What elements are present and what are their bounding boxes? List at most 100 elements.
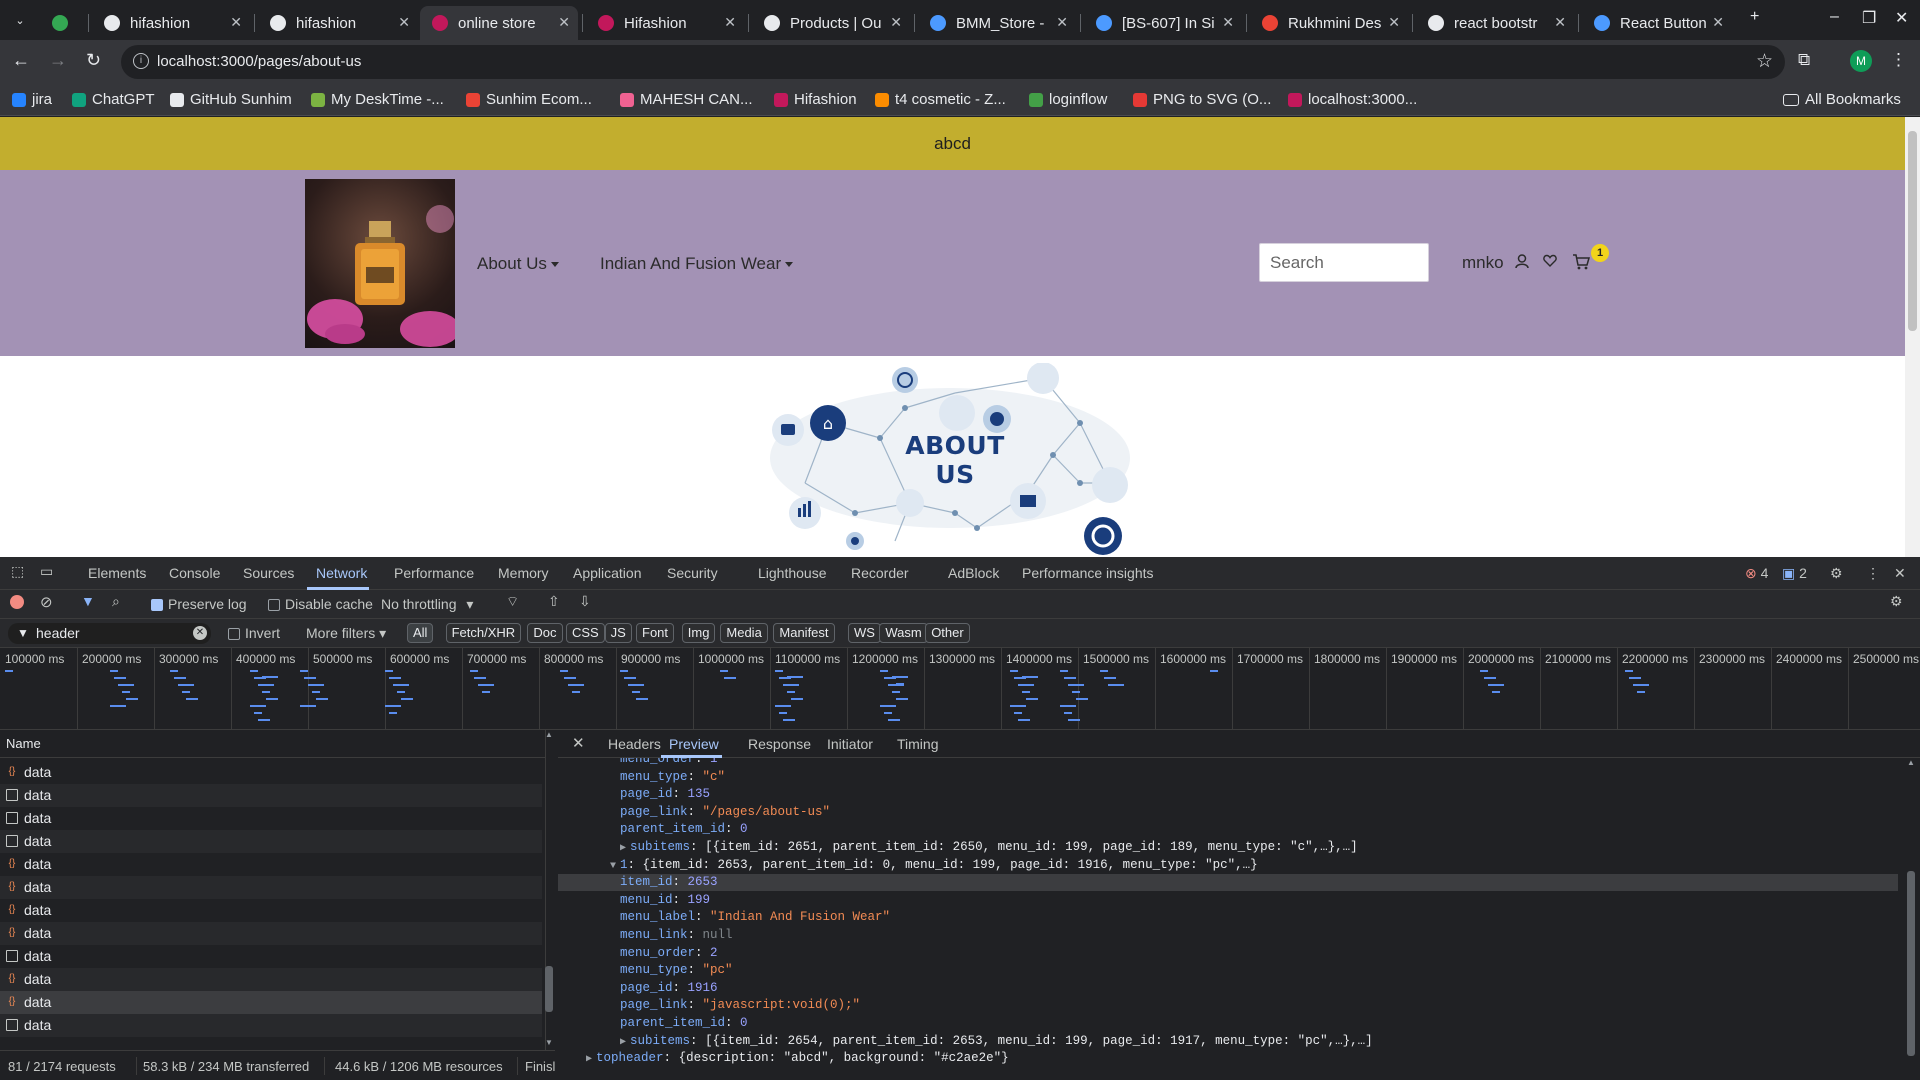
filter-chip[interactable]: JS (604, 623, 632, 643)
reload-icon[interactable]: ↻ (86, 50, 101, 71)
request-row[interactable]: {} data (0, 968, 542, 991)
detail-tab[interactable]: Timing (897, 736, 939, 752)
forward-icon[interactable]: → (49, 50, 67, 71)
bookmark-item[interactable]: localhost:3000... (1288, 91, 1417, 108)
expand-right-icon[interactable]: ▶ (620, 1037, 626, 1048)
browser-tab[interactable]: React Button ✕ (1582, 6, 1732, 40)
extensions-icon[interactable]: ⧉ (1798, 50, 1810, 70)
cart-icon[interactable] (1572, 254, 1590, 274)
new-tab-button[interactable]: + (1750, 8, 1759, 26)
request-row[interactable]: {} data (0, 899, 542, 922)
devtools-tab[interactable]: AdBlock (948, 565, 999, 581)
network-overview-timeline[interactable]: 100000 ms 200000 ms 300000 ms 400000 ms 5000… (0, 648, 1920, 730)
filter-chip[interactable]: WS (848, 623, 881, 643)
bookmark-item[interactable]: MAHESH CAN... (620, 91, 753, 108)
json-line[interactable]: ▶ topheader: {description: "abcd", backgr… (558, 1050, 1898, 1067)
devtools-tab[interactable]: Memory (498, 565, 549, 581)
expand-down-icon[interactable]: ▼ (610, 861, 616, 872)
page-scrollbar[interactable] (1905, 117, 1920, 557)
invert-checkbox[interactable]: Invert (228, 625, 280, 641)
bookmark-item[interactable]: Hifashion (774, 91, 857, 108)
filter-chip[interactable]: Media (720, 623, 768, 643)
nav-menu-item[interactable]: Indian And Fusion Wear (600, 254, 794, 274)
devtools-tab[interactable]: Application (573, 565, 642, 581)
preview-scrollbar-thumb[interactable] (1907, 871, 1915, 1056)
filter-input[interactable]: ▼ header ✕ (8, 623, 211, 644)
export-har-icon[interactable]: ⇩ (579, 593, 591, 610)
detail-tab[interactable]: Preview (669, 736, 719, 752)
heart-icon[interactable] (1543, 254, 1557, 272)
tab-search-button[interactable]: ⌄ (8, 8, 32, 32)
bookmark-item[interactable]: jira (12, 91, 52, 108)
json-line[interactable]: item_id: 2653 (558, 874, 1898, 892)
close-window-button[interactable]: ✕ (1895, 8, 1908, 28)
browser-tab[interactable]: online store ✕ (420, 6, 578, 40)
json-line[interactable]: page_id: 1916 (558, 980, 1898, 997)
scrollbar-thumb[interactable] (545, 966, 553, 1012)
all-bookmarks-button[interactable]: All Bookmarks (1783, 91, 1901, 108)
request-row[interactable]: data (0, 1014, 542, 1037)
browser-tab[interactable]: hifashion ✕ (258, 6, 418, 40)
close-tab-icon[interactable]: ✕ (1222, 14, 1234, 31)
json-line[interactable]: menu_order: 1 (558, 758, 1898, 768)
devtools-tab[interactable]: Security (667, 565, 718, 581)
search-icon[interactable]: ⌕ (112, 593, 120, 610)
nav-menu-item[interactable]: About Us (477, 254, 559, 274)
preserve-log-checkbox[interactable]: Preserve log (151, 596, 247, 612)
json-line[interactable]: menu_id: 199 (558, 892, 1898, 909)
bookmark-item[interactable]: ChatGPT (72, 91, 155, 108)
browser-tab[interactable]: hifashion ✕ (92, 6, 250, 40)
request-row[interactable]: {} data (0, 922, 542, 945)
filter-chip[interactable]: All (407, 623, 434, 643)
url-text[interactable]: localhost:3000/pages/about-us (157, 53, 361, 70)
bookmark-item[interactable]: t4 cosmetic - Z... (875, 91, 1006, 108)
maximize-button[interactable]: ❐ (1862, 8, 1876, 28)
filter-chip[interactable]: Other (925, 623, 970, 643)
network-conditions-icon[interactable]: ⌔ (506, 593, 519, 611)
devtools-tab[interactable]: Sources (243, 565, 294, 581)
json-line[interactable]: ▶ subitems: [{item_id: 2651, parent_item_… (558, 839, 1898, 856)
devtools-tab[interactable]: Recorder (851, 565, 909, 581)
close-tab-icon[interactable]: ✕ (1388, 14, 1400, 31)
preview-scrollbar[interactable]: ▲ (1905, 758, 1917, 1058)
close-detail-icon[interactable]: ✕ (572, 734, 585, 752)
requests-scrollbar[interactable]: ▲ ▼ (543, 730, 555, 1050)
request-row[interactable]: data (0, 784, 542, 807)
bookmark-item[interactable]: PNG to SVG (O... (1133, 91, 1271, 108)
request-row[interactable]: data (0, 830, 542, 853)
bookmark-item[interactable]: loginflow (1029, 91, 1107, 108)
close-tab-icon[interactable]: ✕ (1056, 14, 1068, 31)
browser-tab[interactable]: Hifashion ✕ (586, 6, 744, 40)
back-icon[interactable]: ← (12, 50, 30, 71)
close-tab-icon[interactable]: ✕ (230, 14, 242, 31)
inspect-icon[interactable]: ⬚ (11, 563, 24, 580)
detail-tab[interactable]: Headers (608, 736, 661, 752)
scroll-down-icon[interactable]: ▼ (545, 1038, 553, 1047)
filter-chip[interactable]: Img (681, 623, 716, 643)
request-row[interactable]: {} data (0, 991, 542, 1014)
site-info-icon[interactable]: i (133, 53, 149, 69)
scroll-up-icon[interactable]: ▲ (545, 730, 553, 739)
filter-chip[interactable]: Doc (527, 623, 563, 643)
throttling-select[interactable]: No throttling ▾ (381, 596, 473, 613)
filter-icon[interactable]: ▼ (81, 593, 95, 609)
device-toolbar-icon[interactable]: ▭ (40, 563, 53, 580)
settings-gear-icon[interactable]: ⚙ (1830, 565, 1843, 582)
close-tab-icon[interactable]: ✕ (558, 14, 570, 31)
devtools-tab[interactable]: Lighthouse (758, 565, 827, 581)
browser-tab[interactable]: BMM_Store - ✕ (918, 6, 1076, 40)
request-row[interactable]: data (0, 807, 542, 830)
clear-icon[interactable]: ⊘ (40, 593, 53, 611)
page-scrollbar-thumb[interactable] (1908, 131, 1917, 331)
browser-tab[interactable]: [BS-607] In Si ✕ (1084, 6, 1242, 40)
record-icon[interactable] (10, 595, 24, 609)
close-tab-icon[interactable]: ✕ (890, 14, 902, 31)
username-label[interactable]: mnko (1462, 253, 1504, 273)
address-bar[interactable]: i localhost:3000/pages/about-us ☆ (121, 45, 1785, 79)
scroll-up-icon[interactable]: ▲ (1907, 758, 1915, 767)
json-line[interactable]: page_id: 135 (558, 786, 1898, 803)
error-counter[interactable]: ⊗ 4 (1745, 565, 1768, 582)
filter-chip[interactable]: Font (636, 623, 675, 643)
more-filters-dropdown[interactable]: More filters ▾ (306, 625, 386, 642)
json-line[interactable]: menu_type: "c" (558, 769, 1898, 786)
